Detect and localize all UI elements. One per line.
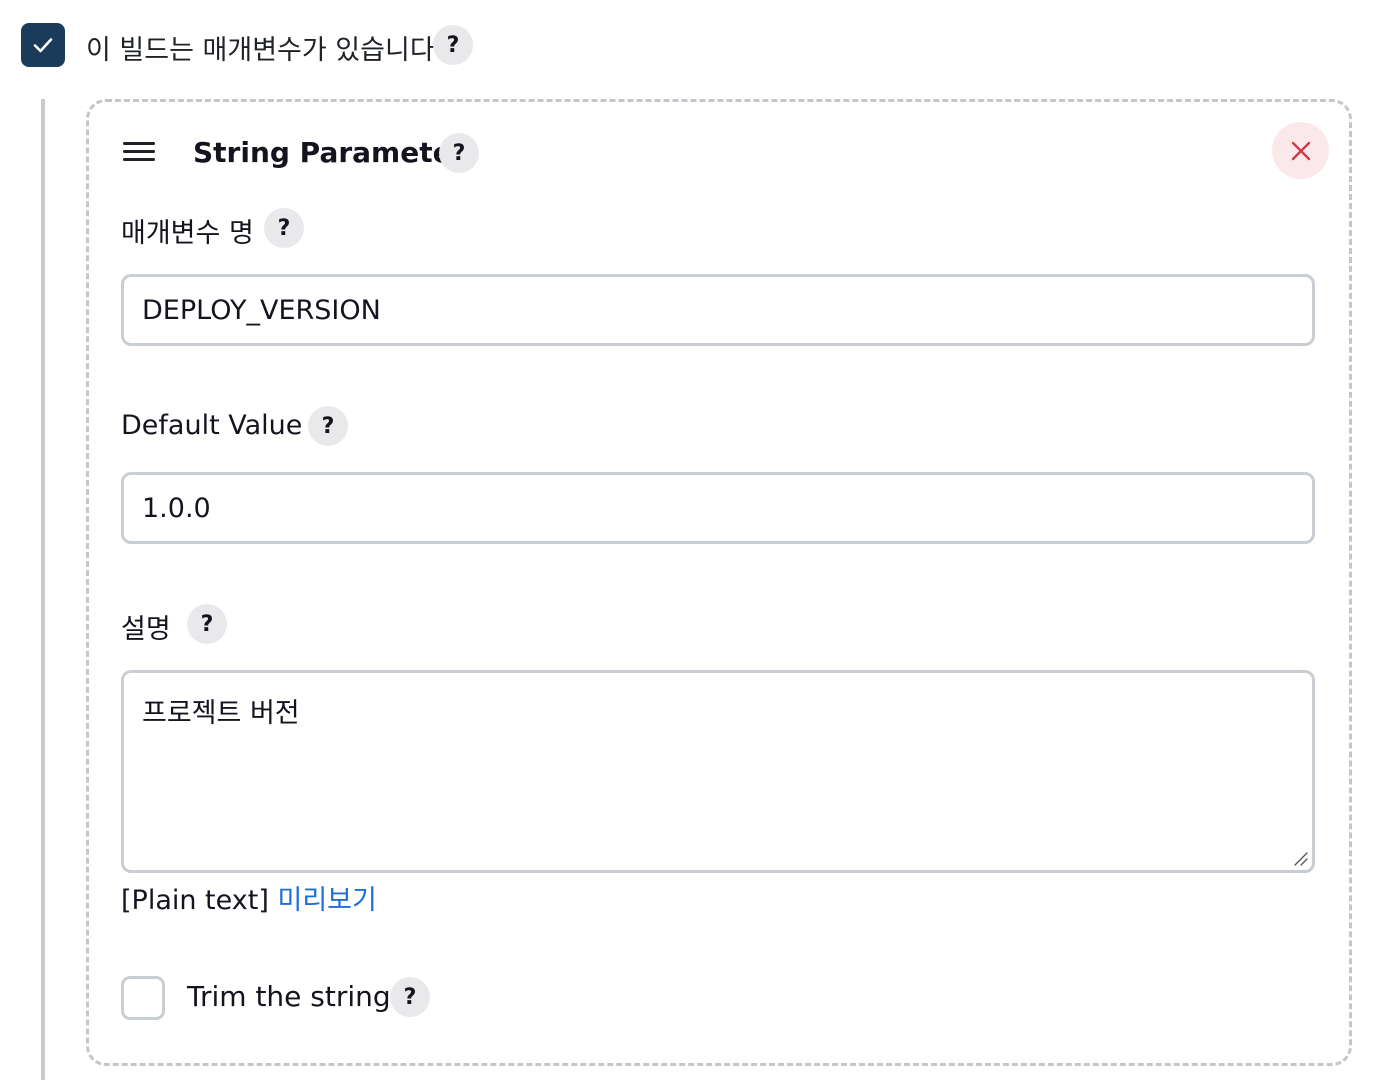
format-note-text: [Plain text]	[121, 885, 269, 916]
default-value-input[interactable]: 1.0.0	[121, 472, 1315, 544]
description-text: 프로젝트 버전	[142, 698, 300, 729]
trim-string-help-button[interactable]: ?	[390, 977, 430, 1017]
parameter-name-input[interactable]: DEPLOY_VERSION	[121, 274, 1315, 346]
drag-handle-icon[interactable]	[123, 142, 155, 164]
resize-handle-icon[interactable]	[1292, 850, 1308, 866]
description-textarea[interactable]: 프로젝트 버전	[121, 670, 1315, 873]
close-icon	[1291, 141, 1310, 160]
parameterized-build-checkbox[interactable]	[21, 23, 65, 67]
markup-format-note: [Plain text] 미리보기	[121, 878, 377, 917]
parameter-name-label: 매개변수 명	[121, 218, 254, 249]
delete-parameter-button[interactable]	[1272, 122, 1329, 179]
parameter-type-help-button[interactable]: ?	[439, 133, 479, 173]
description-help-button[interactable]: ?	[187, 604, 227, 644]
preview-link[interactable]: 미리보기	[277, 885, 376, 916]
trim-string-checkbox[interactable]	[121, 976, 165, 1020]
check-icon	[33, 38, 53, 53]
parameter-name-help-button[interactable]: ?	[264, 208, 304, 248]
default-value-label: Default Value	[121, 410, 303, 441]
parameter-type-title: String Parameter	[193, 136, 466, 169]
parameterized-build-label: 이 빌드는 매개변수가 있습니다	[86, 35, 435, 66]
trim-string-label: Trim the string	[187, 980, 391, 1013]
section-rail	[41, 99, 45, 1080]
parameterized-build-help-button[interactable]: ?	[433, 25, 473, 65]
default-value-help-button[interactable]: ?	[308, 406, 348, 446]
description-label: 설명	[121, 614, 171, 645]
